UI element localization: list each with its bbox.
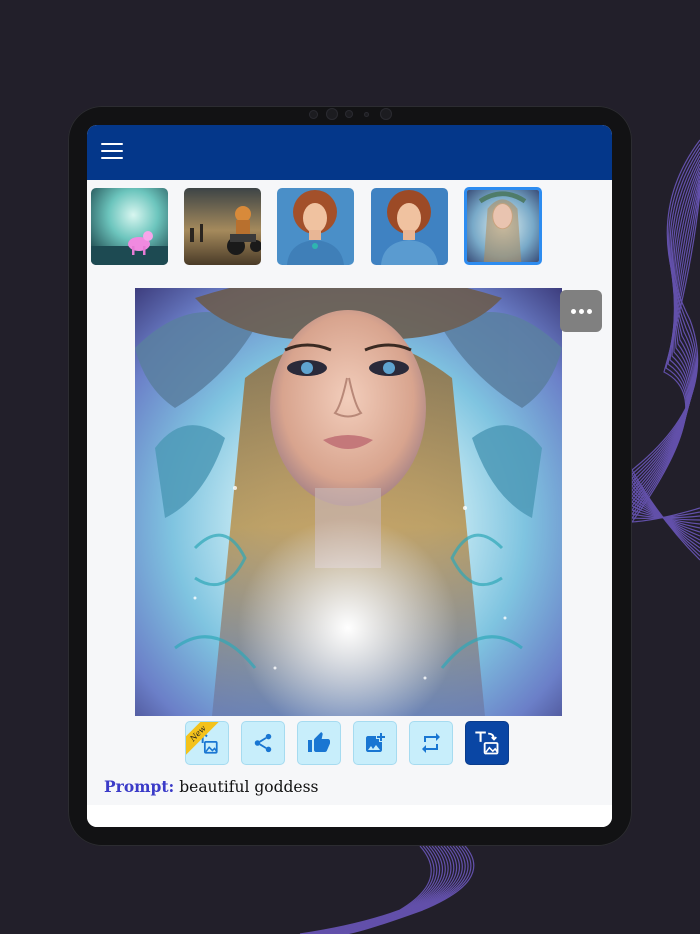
like-button[interactable] (297, 721, 341, 765)
hamburger-menu-icon[interactable] (101, 143, 123, 161)
thumb-pink-unicorn[interactable] (91, 188, 168, 265)
repeat-button[interactable] (409, 721, 453, 765)
camera-lens (326, 108, 338, 120)
thumbs-up-icon (308, 732, 330, 752)
generated-image (135, 288, 562, 716)
share-button[interactable] (241, 721, 285, 765)
ellipsis-icon (570, 308, 576, 314)
prompt-text: beautiful goddess (179, 778, 319, 796)
camera-dot (345, 110, 353, 118)
camera-lens (380, 108, 392, 120)
add-image-icon (366, 733, 385, 752)
text-to-image-button[interactable] (465, 721, 509, 765)
image-transform-button[interactable]: New (185, 721, 229, 765)
bottom-spacer (87, 805, 612, 827)
camera-dot (309, 110, 318, 119)
thumbnail-strip (91, 187, 611, 266)
prompt-label: Prompt: (104, 777, 175, 796)
share-icon (254, 733, 272, 753)
app-bar (87, 125, 612, 180)
thumb-redhead-woman-2[interactable] (371, 188, 448, 265)
camera-dot (364, 112, 369, 117)
repeat-icon (422, 733, 440, 753)
thumb-goddess[interactable] (464, 187, 542, 265)
action-bar: New (87, 721, 612, 767)
more-options-button[interactable] (560, 290, 602, 332)
thumb-redhead-woman-1[interactable] (277, 188, 354, 265)
app-screen: New Prompt: beautiful goddess (87, 125, 612, 827)
text-to-image-icon (475, 731, 499, 755)
add-image-button[interactable] (353, 721, 397, 765)
thumb-tiger-motorcycle[interactable] (184, 188, 261, 265)
prompt-line: Prompt: beautiful goddess (104, 777, 319, 796)
